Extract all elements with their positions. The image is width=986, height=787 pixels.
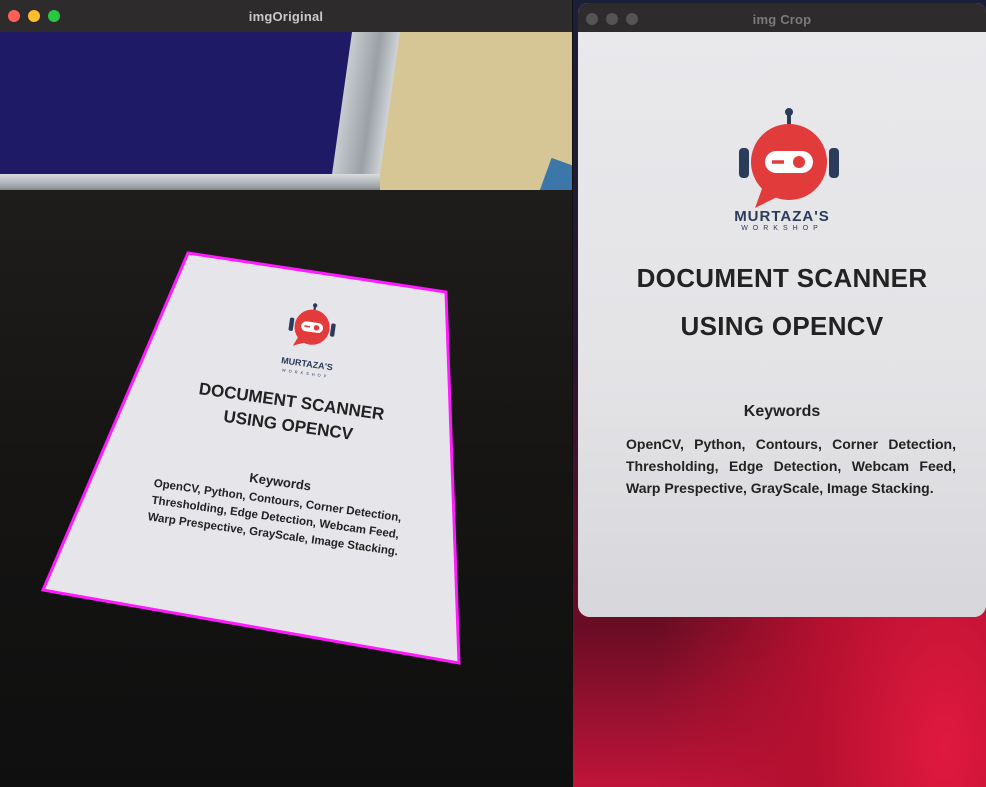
logo-text: MURTAZA'S [734,208,830,225]
close-button[interactable] [586,13,598,25]
keywords-text: OpenCV, Python, Contours, Corner Detecti… [626,436,956,496]
window-img-original[interactable]: imgOriginal MURTAZA'S WORKSHOP DOCUMENT … [0,0,573,787]
traffic-lights [586,13,638,25]
minimize-button[interactable] [606,13,618,25]
zoom-button[interactable] [48,10,60,22]
close-button[interactable] [8,10,20,22]
titlebar[interactable]: imgOriginal [0,0,572,33]
document-title-line2: USING OPENCV [680,311,884,341]
logo-subtext: WORKSHOP [741,225,823,232]
traffic-lights [8,10,60,22]
cropped-document: MURTAZA'S WORKSHOP DOCUMENT SCANNER USIN… [578,32,986,617]
document-overlay: MURTAZA'S WORKSHOP DOCUMENT SCANNER USIN… [40,251,461,665]
camera-frame: MURTAZA'S WORKSHOP DOCUMENT SCANNER USIN… [0,32,572,787]
robot-chat-bubble-icon [739,108,839,208]
document-title-line1: DOCUMENT SCANNER [636,263,928,293]
window-title: imgOriginal [248,8,324,24]
keywords-heading: Keywords [743,403,821,420]
zoom-button[interactable] [626,13,638,25]
window-img-crop[interactable]: img Crop MURTAZA'S WORKSHOP DOCUMENT SCA… [578,3,986,617]
minimize-button[interactable] [28,10,40,22]
window-title: img Crop [752,11,812,27]
